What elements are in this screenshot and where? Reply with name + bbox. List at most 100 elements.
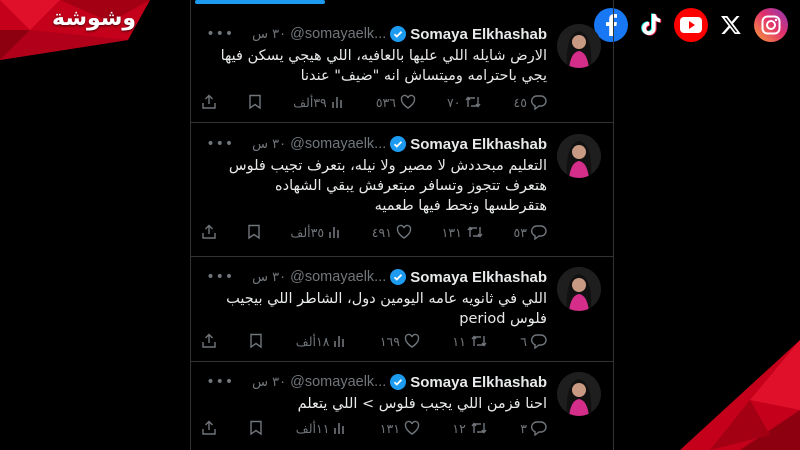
author-name[interactable]: Somaya Elkhashab <box>410 269 547 286</box>
tab-indicator <box>195 0 325 4</box>
verified-badge-icon <box>390 26 407 42</box>
retweet-icon <box>471 422 487 434</box>
tweet-header: Somaya Elkhashab @somayaelk... ٣٠ س ••• <box>206 24 547 44</box>
social-icons-bar <box>594 8 788 42</box>
retweet-icon <box>465 96 481 108</box>
share-icon <box>202 94 216 109</box>
like-button[interactable]: ١٦٩ <box>380 333 420 349</box>
brand-logo-text: وشوشة <box>52 6 137 31</box>
heart-icon <box>404 333 420 348</box>
tweet-actions: ٦ ١١ ١٦٩ ١٨ألف <box>201 333 547 349</box>
bookmark-button[interactable] <box>248 94 262 110</box>
views-icon <box>329 227 339 238</box>
bookmark-button[interactable] <box>249 420 263 436</box>
author-handle[interactable]: @somayaelk... <box>290 136 386 152</box>
views-icon <box>334 423 345 434</box>
views-button[interactable]: ١١ألف <box>296 421 348 436</box>
retweet-icon <box>467 226 483 238</box>
author-handle[interactable]: @somayaelk... <box>290 26 386 42</box>
tweet-actions: ٣ ١٢ ١٣١ ١١ألف <box>201 420 547 436</box>
views-icon <box>334 336 345 347</box>
like-button[interactable]: ٥٣٦ <box>376 94 416 110</box>
screenshot-frame: وشوشة Somaya Elkhashab @somayaelk... ٣٠ … <box>0 0 800 450</box>
view-count: ١١ألف <box>295 420 330 436</box>
heart-icon <box>404 420 420 435</box>
bookmark-icon <box>250 333 263 349</box>
share-icon <box>202 333 216 348</box>
view-count: ١٨ألف <box>295 333 330 349</box>
share-button[interactable] <box>201 333 217 349</box>
verified-badge-icon <box>390 374 407 390</box>
tiktok-icon[interactable] <box>634 8 668 42</box>
reply-count: ٣ <box>520 420 527 436</box>
reply-button[interactable]: ٤٥ <box>514 94 547 110</box>
bookmark-button[interactable] <box>247 224 261 240</box>
tweet[interactable]: Somaya Elkhashab @somayaelk... ٣٠ س ••• … <box>191 124 613 257</box>
reply-button[interactable]: ٦ <box>520 333 547 349</box>
author-name[interactable]: Somaya Elkhashab <box>410 26 547 43</box>
tweet[interactable]: Somaya Elkhashab @somayaelk... ٣٠ س ••• … <box>191 14 613 123</box>
retweet-button[interactable]: ١٢ <box>452 420 487 436</box>
share-icon <box>202 420 216 435</box>
youtube-icon[interactable] <box>674 8 708 42</box>
retweet-count: ٧٠ <box>447 94 461 110</box>
like-button[interactable]: ٤٩١ <box>372 224 412 240</box>
like-count: ١٣١ <box>379 420 400 436</box>
tweet[interactable]: Somaya Elkhashab @somayaelk... ٣٠ س ••• … <box>191 362 613 450</box>
views-button[interactable]: ١٨ألف <box>296 334 348 349</box>
retweet-button[interactable]: ١٣١ <box>442 224 484 240</box>
retweet-icon <box>471 335 487 347</box>
share-button[interactable] <box>201 224 217 240</box>
like-button[interactable]: ١٣١ <box>380 420 420 436</box>
brand-logo: وشوشة <box>0 0 170 62</box>
heart-icon <box>396 224 412 239</box>
tweet-time[interactable]: ٣٠ س <box>252 270 286 285</box>
share-button[interactable] <box>201 420 217 436</box>
reply-button[interactable]: ٥٣ <box>514 224 547 240</box>
more-options-icon[interactable]: ••• <box>206 26 234 42</box>
instagram-icon[interactable] <box>754 8 788 42</box>
author-name[interactable]: Somaya Elkhashab <box>410 136 547 153</box>
bookmark-icon <box>249 94 261 110</box>
retweet-button[interactable]: ٧٠ <box>447 94 482 110</box>
reply-button[interactable]: ٣ <box>520 420 547 436</box>
tweet-actions: ٤٥ ٧٠ ٥٣٦ ٣٩ألف <box>201 94 547 110</box>
tweet-header: Somaya Elkhashab @somayaelk... ٣٠ س ••• <box>206 267 547 287</box>
views-button[interactable]: ٣٩ألف <box>293 95 345 110</box>
tweet-actions: ٥٣ ١٣١ ٤٩١ ٣٥ألف <box>201 224 547 240</box>
tweet-time[interactable]: ٣٠ س <box>252 137 286 152</box>
reply-count: ٤٥ <box>513 94 527 110</box>
heart-icon <box>400 94 416 109</box>
bookmark-icon <box>250 420 263 436</box>
avatar[interactable] <box>557 134 601 178</box>
more-options-icon[interactable]: ••• <box>206 269 234 285</box>
x-icon[interactable] <box>714 8 748 42</box>
bookmark-button[interactable] <box>249 333 263 349</box>
reply-count: ٦ <box>520 333 527 349</box>
reply-count: ٥٣ <box>513 224 527 240</box>
tweet-text: الارض شايله اللي عليها بالعافيه، اللي هي… <box>220 48 547 84</box>
author-handle[interactable]: @somayaelk... <box>290 374 386 390</box>
retweet-button[interactable]: ١١ <box>452 333 487 349</box>
avatar[interactable] <box>557 24 601 68</box>
retweet-count: ١٣١ <box>441 224 462 240</box>
tweet-text: اللي في ثانويه عامه اليومين دول، الشاطر … <box>226 291 547 327</box>
reply-icon <box>530 334 547 349</box>
retweet-count: ١٢ <box>452 420 466 436</box>
share-button[interactable] <box>201 94 217 110</box>
tweet-time[interactable]: ٣٠ س <box>252 27 286 42</box>
views-button[interactable]: ٣٥ألف <box>290 225 342 240</box>
tweet-header: Somaya Elkhashab @somayaelk... ٣٠ س ••• <box>206 134 547 154</box>
tweet[interactable]: Somaya Elkhashab @somayaelk... ٣٠ س ••• … <box>191 257 613 362</box>
more-options-icon[interactable]: ••• <box>206 136 234 152</box>
like-count: ٥٣٦ <box>375 94 396 110</box>
tweet-header: Somaya Elkhashab @somayaelk... ٣٠ س ••• <box>206 372 547 392</box>
avatar[interactable] <box>557 267 601 311</box>
brand-corner-decoration <box>680 340 800 450</box>
author-name[interactable]: Somaya Elkhashab <box>410 374 547 391</box>
tweet-time[interactable]: ٣٠ س <box>252 375 286 390</box>
more-options-icon[interactable]: ••• <box>206 374 234 390</box>
reply-icon <box>530 225 547 240</box>
author-handle[interactable]: @somayaelk... <box>290 269 386 285</box>
avatar[interactable] <box>557 372 601 416</box>
